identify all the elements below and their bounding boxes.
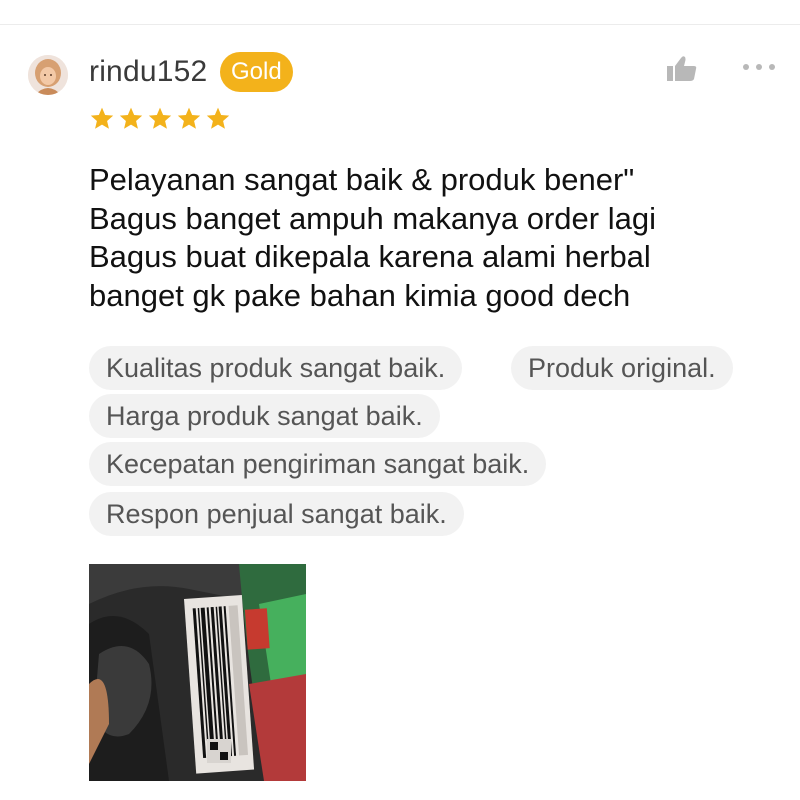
more-dots-icon[interactable]: [740, 60, 780, 74]
star-icon: [148, 107, 172, 129]
star-icon: [90, 107, 114, 129]
tag-chip: Produk original.: [511, 346, 733, 390]
star-icon: [119, 107, 143, 129]
star-icon: [206, 107, 230, 129]
avatar[interactable]: [28, 55, 68, 95]
review-text: Pelayanan sangat baik & produk bener" Ba…: [89, 162, 656, 313]
tag-chip: Respon penjual sangat baik.: [89, 492, 464, 536]
star-icon: [177, 107, 201, 129]
username[interactable]: rindu152: [89, 54, 207, 90]
tag-chip: Kualitas produk sangat baik.: [89, 346, 463, 390]
star-rating: [89, 106, 231, 132]
top-divider: [0, 24, 800, 25]
thumbs-up-icon[interactable]: [666, 54, 698, 82]
tag-chip: Harga produk sangat baik.: [89, 394, 440, 438]
tag-chip: Kecepatan pengiriman sangat baik.: [89, 442, 547, 486]
review-photo[interactable]: [89, 564, 306, 781]
member-badge: Gold: [220, 52, 293, 92]
